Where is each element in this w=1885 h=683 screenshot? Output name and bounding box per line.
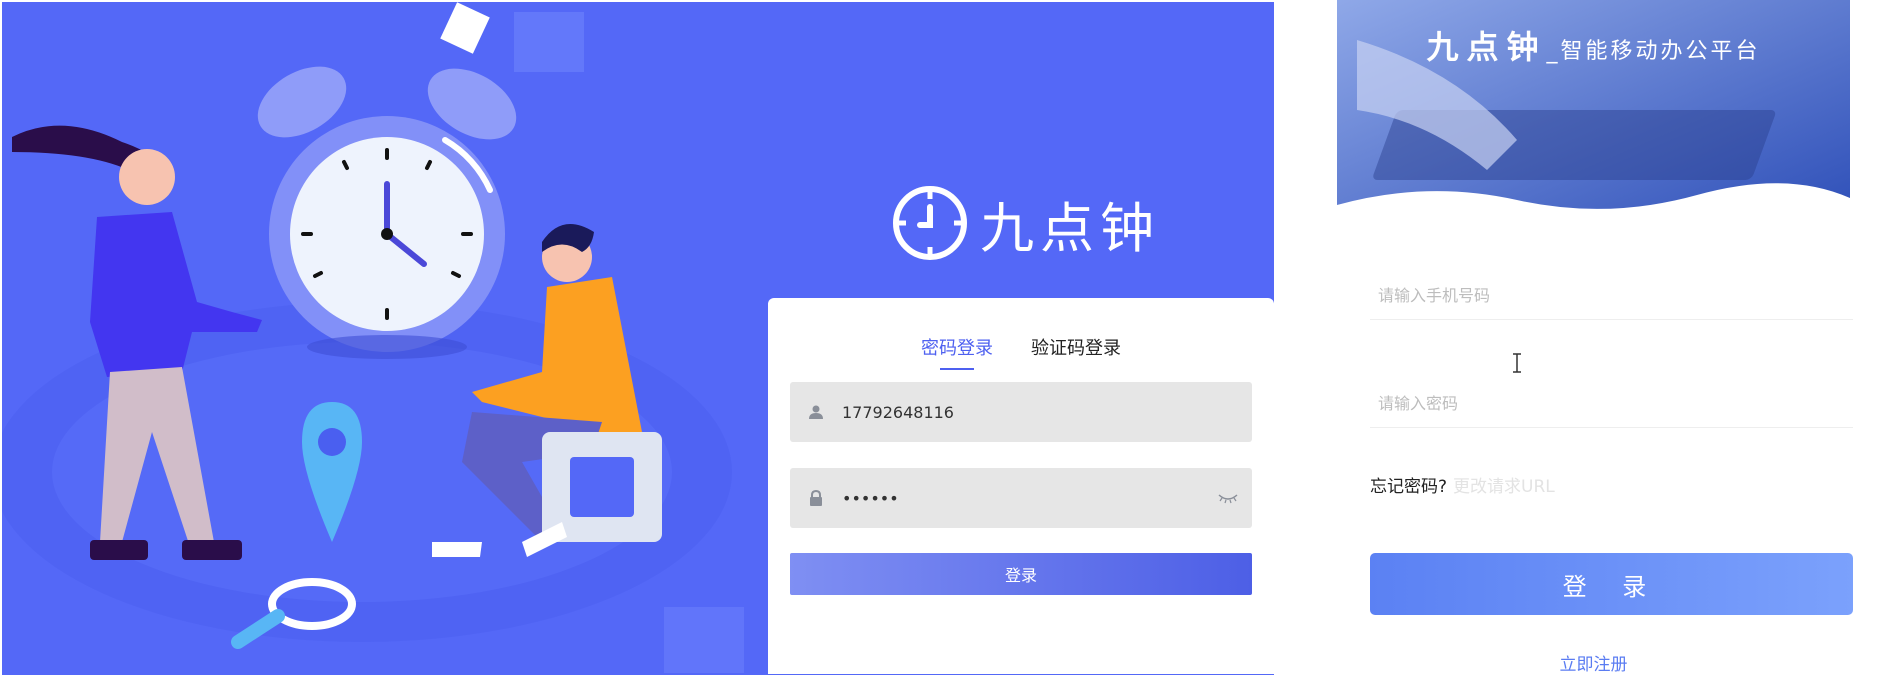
brand-name: 九点钟 [980, 196, 1160, 260]
login-card: 密码登录 验证码登录 登录 [768, 298, 1274, 674]
mobile-login-panel: 九点钟_智能移动办公平台 忘记密码? 更改请求URL 登 录 立即注册 [1337, 0, 1853, 683]
brand-logo: 九点钟 [890, 180, 1160, 266]
cube-bottom [664, 607, 744, 673]
floating-paper [440, 2, 490, 54]
login-tabs: 密码登录 验证码登录 [768, 334, 1274, 370]
banner-brand: 九点钟 [1426, 28, 1547, 66]
text-cursor-icon [1513, 353, 1521, 373]
change-request-url-link[interactable]: 更改请求URL [1453, 477, 1555, 497]
lock-icon [810, 490, 822, 506]
password-field[interactable] [790, 468, 1252, 528]
woman-shoe-left [90, 540, 148, 560]
forgot-password-link[interactable]: 忘记密码? [1370, 477, 1447, 497]
desktop-login-panel: 九点钟 密码登录 验证码登录 17792648116 •••••• 登录 [2, 2, 1274, 675]
desktop-login-button[interactable]: 登录 [790, 553, 1252, 595]
banner-subtitle: 智能移动办公平台 [1560, 39, 1761, 64]
woman-head [119, 149, 175, 205]
login-illustration [2, 2, 744, 673]
phone-input[interactable] [842, 402, 1252, 422]
mobile-phone-input[interactable] [1370, 272, 1853, 320]
mobile-login-button[interactable]: 登 录 [1370, 553, 1853, 615]
man-shoe-left [432, 542, 482, 557]
seat-box-hole [570, 457, 634, 517]
register-link[interactable]: 立即注册 [1337, 650, 1850, 675]
map-pin-hole [318, 428, 346, 456]
banner-title: 九点钟_智能移动办公平台 [1337, 22, 1850, 68]
tab-password-login[interactable]: 密码登录 [921, 334, 993, 370]
banner-separator: _ [1546, 39, 1561, 64]
forgot-password-row: 忘记密码? 更改请求URL [1370, 472, 1555, 497]
tab-sms-code-login[interactable]: 验证码登录 [1031, 334, 1121, 370]
phone-field[interactable] [790, 382, 1252, 442]
eye-closed-icon[interactable] [1218, 492, 1238, 504]
clock-shadow [307, 335, 467, 359]
cube-top [514, 12, 584, 72]
mobile-password-input[interactable] [1370, 380, 1853, 428]
woman-shoe-right [182, 540, 242, 560]
user-icon [809, 405, 823, 419]
clock-icon [893, 186, 967, 260]
mobile-banner: 九点钟_智能移动办公平台 [1337, 0, 1850, 220]
password-input[interactable] [842, 488, 1218, 508]
clock-center [381, 228, 393, 240]
